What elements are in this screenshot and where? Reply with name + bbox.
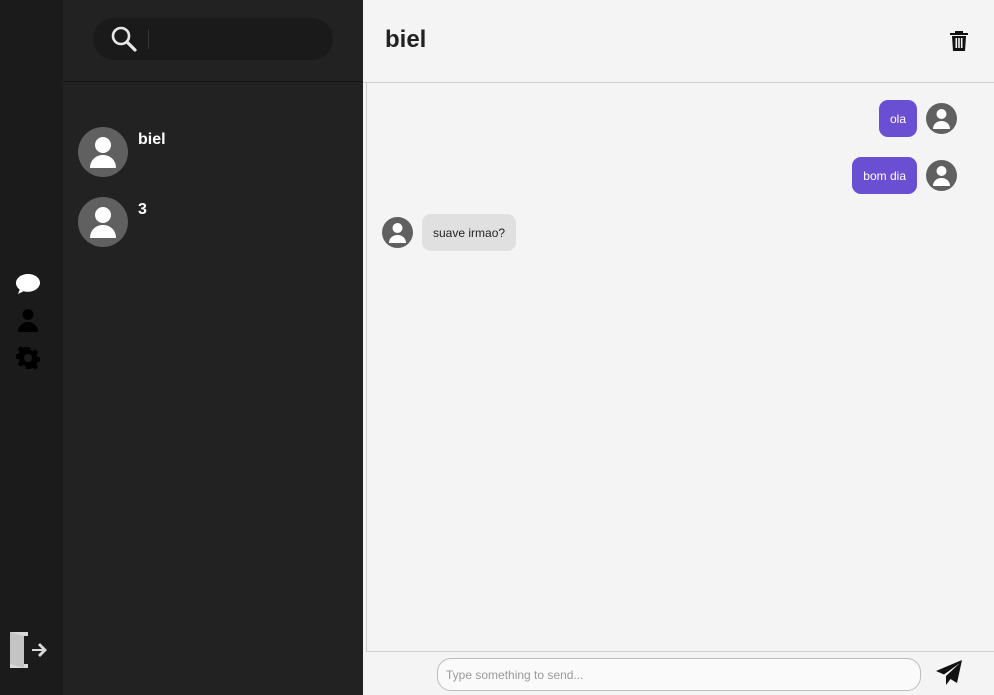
contact-item[interactable]: biel bbox=[78, 127, 348, 179]
logout-icon[interactable] bbox=[6, 628, 50, 672]
chat-header: biel bbox=[363, 0, 994, 83]
chat-area: biel ola bom dia suave irmao? bbox=[363, 0, 994, 695]
gear-icon[interactable] bbox=[14, 344, 42, 372]
contact-name: 3 bbox=[138, 201, 147, 218]
avatar bbox=[78, 127, 128, 177]
message-outgoing: bom dia bbox=[852, 157, 957, 194]
chat-title: biel bbox=[385, 26, 427, 53]
message-bubble: suave irmao? bbox=[422, 214, 517, 251]
message-list: ola bom dia suave irmao? bbox=[366, 83, 994, 652]
send-icon[interactable] bbox=[935, 659, 963, 687]
message-input[interactable] bbox=[437, 658, 921, 691]
contacts-panel: biel 3 bbox=[63, 0, 363, 695]
contact-name: biel bbox=[138, 131, 166, 148]
avatar bbox=[926, 160, 957, 191]
trash-icon[interactable] bbox=[948, 29, 970, 51]
message-outgoing: ola bbox=[878, 100, 957, 137]
nav-rail bbox=[0, 0, 63, 695]
message-bubble: ola bbox=[878, 100, 917, 137]
search-bar bbox=[63, 0, 363, 82]
avatar bbox=[382, 217, 413, 248]
chat-icon[interactable] bbox=[14, 270, 42, 298]
avatar bbox=[78, 197, 128, 247]
user-icon[interactable] bbox=[14, 306, 42, 334]
avatar bbox=[926, 103, 957, 134]
search-box[interactable] bbox=[93, 18, 333, 60]
search-input[interactable] bbox=[148, 29, 308, 49]
contact-item[interactable]: 3 bbox=[78, 197, 348, 249]
message-incoming: suave irmao? bbox=[382, 214, 517, 251]
search-icon[interactable] bbox=[110, 25, 138, 53]
message-bubble: bom dia bbox=[852, 157, 917, 194]
composer bbox=[363, 652, 994, 695]
